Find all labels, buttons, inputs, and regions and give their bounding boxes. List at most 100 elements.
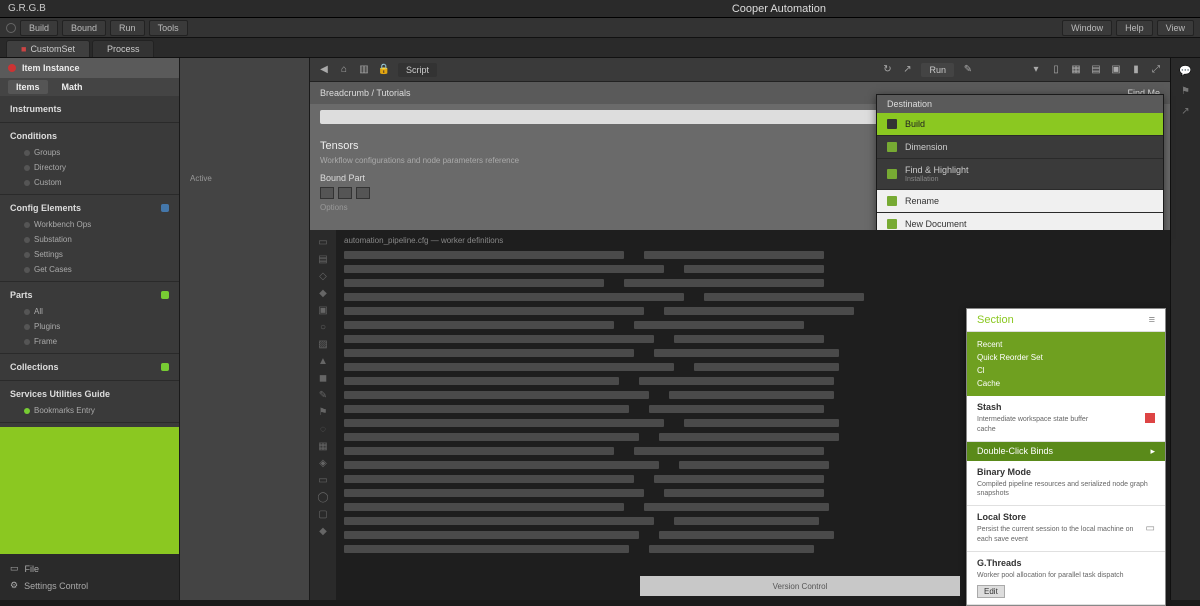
- lock-icon[interactable]: 🔒: [378, 64, 390, 76]
- gutter-icon[interactable]: ◼: [310, 370, 336, 387]
- edit-button[interactable]: Edit: [977, 585, 1005, 598]
- gutter-icon[interactable]: ◯: [310, 489, 336, 506]
- chevron-icon: ▸: [1150, 446, 1155, 457]
- home-icon[interactable]: ⌂: [338, 64, 350, 76]
- thumb-icon[interactable]: [338, 187, 352, 199]
- tile-icon[interactable]: ▣: [1110, 64, 1122, 76]
- menu-help[interactable]: Help: [1116, 20, 1153, 36]
- gutter-icon[interactable]: ▣: [310, 302, 336, 319]
- refresh-icon[interactable]: ↻: [881, 64, 893, 76]
- right-toolbar: 💬 ⚑ ↗: [1170, 58, 1200, 600]
- gutter-icon[interactable]: ▲: [310, 353, 336, 370]
- menu-window[interactable]: Window: [1062, 20, 1112, 36]
- rt-flag-icon[interactable]: ⚑: [1179, 84, 1193, 98]
- gutter-icon[interactable]: ◇: [310, 268, 336, 285]
- chevron-icon[interactable]: ▾: [1030, 64, 1042, 76]
- rp-line[interactable]: Cache: [977, 377, 1155, 390]
- sb-item[interactable]: Substation: [10, 232, 169, 247]
- columns-icon[interactable]: ▤: [1090, 64, 1102, 76]
- gutter-icon[interactable]: ◌: [310, 421, 336, 438]
- grid-icon[interactable]: ▦: [1070, 64, 1082, 76]
- more-icon[interactable]: ▮: [1130, 64, 1142, 76]
- item-icon: [887, 196, 897, 206]
- rp-line[interactable]: Quick Reorder Set: [977, 351, 1155, 364]
- rp-line[interactable]: Recent: [977, 338, 1155, 351]
- menubar: Build Bound Run Tools Window Help View: [0, 18, 1200, 38]
- sb-section-services: Services Utilities Guide Bookmarks Entry: [0, 381, 179, 423]
- app-prefix: G.R.G.B: [8, 3, 46, 14]
- sb-title[interactable]: Instruments: [10, 104, 62, 114]
- gutter-icon[interactable]: ▨: [310, 336, 336, 353]
- menu-view[interactable]: View: [1157, 20, 1194, 36]
- menu-bound[interactable]: Bound: [62, 20, 106, 36]
- sidebar-preview-area: [0, 427, 179, 554]
- gutter-icon[interactable]: ◈: [310, 455, 336, 472]
- gutter-icon[interactable]: ✎: [310, 387, 336, 404]
- sb-title[interactable]: Collections: [10, 362, 59, 372]
- menu-build[interactable]: Build: [20, 20, 58, 36]
- sb-title[interactable]: Parts: [10, 290, 33, 300]
- breadcrumb[interactable]: Breadcrumb / Tutorials: [320, 88, 411, 98]
- panel-icon[interactable]: ▯: [1050, 64, 1062, 76]
- rp-strip[interactable]: Double-Click Binds▸: [967, 442, 1165, 461]
- sidebar-footer: ▭File ⚙Settings Control: [0, 554, 179, 600]
- footer-settings[interactable]: ⚙Settings Control: [10, 577, 169, 594]
- sidebar-tab-math[interactable]: Math: [54, 80, 91, 94]
- toolbar-script[interactable]: Script: [398, 63, 437, 77]
- sb-item[interactable]: Custom: [10, 175, 169, 190]
- rp-line[interactable]: Cl: [977, 364, 1155, 377]
- window-close-icon[interactable]: [6, 23, 16, 33]
- sidebar-close-icon[interactable]: [8, 64, 16, 72]
- sb-item[interactable]: Workbench Ops: [10, 217, 169, 232]
- gutter-icon[interactable]: ▭: [310, 234, 336, 251]
- gutter-icon[interactable]: ◆: [310, 285, 336, 302]
- toggle-icon[interactable]: ▭: [1146, 523, 1155, 534]
- gutter-icon[interactable]: ⚑: [310, 404, 336, 421]
- sb-item[interactable]: All: [10, 304, 169, 319]
- gutter-icon[interactable]: ◆: [310, 523, 336, 540]
- mid-item[interactable]: Active: [180, 168, 309, 189]
- rp-label: Stash: [977, 402, 1088, 412]
- popup-item-find[interactable]: Find & Highlight Installation: [877, 159, 1163, 190]
- bottom-strip[interactable]: Version Control: [640, 576, 960, 596]
- toolbar-run[interactable]: Run: [921, 63, 954, 77]
- warning-icon[interactable]: [1145, 413, 1155, 423]
- gutter-icon[interactable]: ○: [310, 319, 336, 336]
- rt-arrow-icon[interactable]: ↗: [1179, 104, 1193, 118]
- sb-item[interactable]: Frame: [10, 334, 169, 349]
- sb-title[interactable]: Services Utilities Guide: [10, 389, 110, 399]
- share-icon[interactable]: ↗: [901, 64, 913, 76]
- sb-title[interactable]: Conditions: [10, 131, 57, 141]
- bottom-label: Version Control: [773, 582, 828, 591]
- gutter-icon[interactable]: ▦: [310, 438, 336, 455]
- expand-icon[interactable]: ⤢: [1150, 64, 1162, 76]
- rp-text: Persist the current session to the local…: [977, 525, 1146, 545]
- thumb-icon[interactable]: [320, 187, 334, 199]
- thumb-icon[interactable]: [356, 187, 370, 199]
- sb-item[interactable]: Directory: [10, 160, 169, 175]
- sb-item[interactable]: Settings: [10, 247, 169, 262]
- gutter-icon[interactable]: ▢: [310, 506, 336, 523]
- popup-item-rename[interactable]: Rename: [877, 190, 1163, 213]
- sidebar-tab-items[interactable]: Items: [8, 80, 48, 94]
- sb-title[interactable]: Config Elements: [10, 203, 81, 213]
- sidebar-title: Item Instance: [22, 63, 80, 73]
- menu-tools[interactable]: Tools: [149, 20, 188, 36]
- rp-menu-icon[interactable]: ≡: [1149, 314, 1155, 326]
- tab-process[interactable]: Process: [92, 40, 155, 57]
- gutter-icon[interactable]: ▤: [310, 251, 336, 268]
- rt-chat-icon[interactable]: 💬: [1179, 64, 1193, 78]
- sb-item[interactable]: Get Cases: [10, 262, 169, 277]
- popup-item-build[interactable]: Build: [877, 113, 1163, 136]
- menu-run[interactable]: Run: [110, 20, 145, 36]
- sb-item[interactable]: Groups: [10, 145, 169, 160]
- sb-item[interactable]: Plugins: [10, 319, 169, 334]
- edit-icon[interactable]: ✎: [962, 64, 974, 76]
- popup-item-dimension[interactable]: Dimension: [877, 136, 1163, 159]
- layout-icon[interactable]: ▥: [358, 64, 370, 76]
- footer-file[interactable]: ▭File: [10, 560, 169, 577]
- gutter-icon[interactable]: ▭: [310, 472, 336, 489]
- back-icon[interactable]: ◀: [318, 64, 330, 76]
- tab-customset[interactable]: ■ CustomSet: [6, 40, 90, 57]
- sb-item[interactable]: Bookmarks Entry: [10, 403, 169, 418]
